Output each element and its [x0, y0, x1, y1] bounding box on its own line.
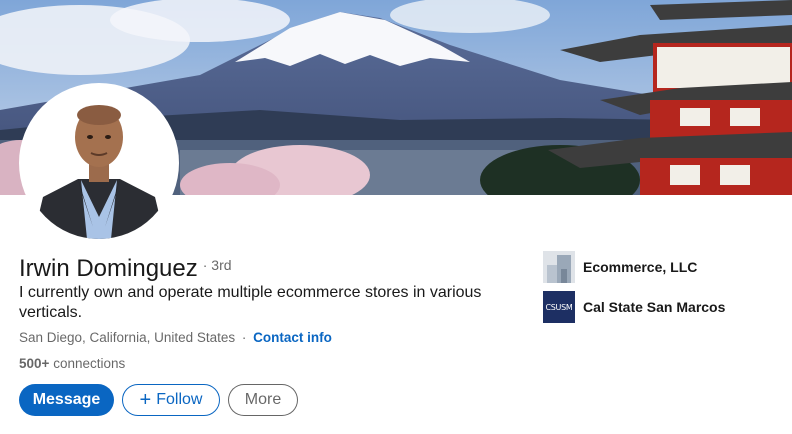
degree-label: 3rd	[211, 257, 232, 273]
more-button[interactable]: More	[228, 384, 298, 416]
current-company[interactable]: Ecommerce, LLC	[543, 251, 697, 283]
education-school[interactable]: CSUSM Cal State San Marcos	[543, 291, 725, 323]
follow-button[interactable]: + Follow	[122, 384, 220, 416]
plus-icon: +	[139, 389, 152, 411]
company-name: Ecommerce, LLC	[583, 259, 698, 275]
profile-card: Irwin Dominguez · 3rd I currently own an…	[0, 0, 792, 434]
profile-photo[interactable]	[19, 83, 179, 243]
degree-separator: ·	[202, 257, 208, 273]
profile-name: Irwin Dominguez	[19, 255, 198, 282]
follow-label: Follow	[156, 391, 203, 408]
location-row: San Diego, California, United States · C…	[19, 330, 332, 345]
message-button[interactable]: Message	[19, 384, 114, 416]
connection-degree: · 3rd	[203, 257, 232, 273]
company-placeholder-icon	[543, 251, 575, 283]
connections-count[interactable]: 500+ connections	[19, 356, 125, 371]
location-text: San Diego, California, United States	[19, 330, 236, 345]
connections-label: connections	[53, 356, 126, 371]
contact-info-link[interactable]: Contact info	[253, 330, 332, 345]
csusm-logo: CSUSM	[543, 291, 575, 323]
connections-number: 500+	[19, 356, 50, 371]
location-separator: ·	[241, 330, 247, 345]
name-row: Irwin Dominguez · 3rd	[19, 255, 232, 283]
profile-headline: I currently own and operate multiple eco…	[19, 284, 482, 321]
school-name: Cal State San Marcos	[583, 299, 726, 315]
